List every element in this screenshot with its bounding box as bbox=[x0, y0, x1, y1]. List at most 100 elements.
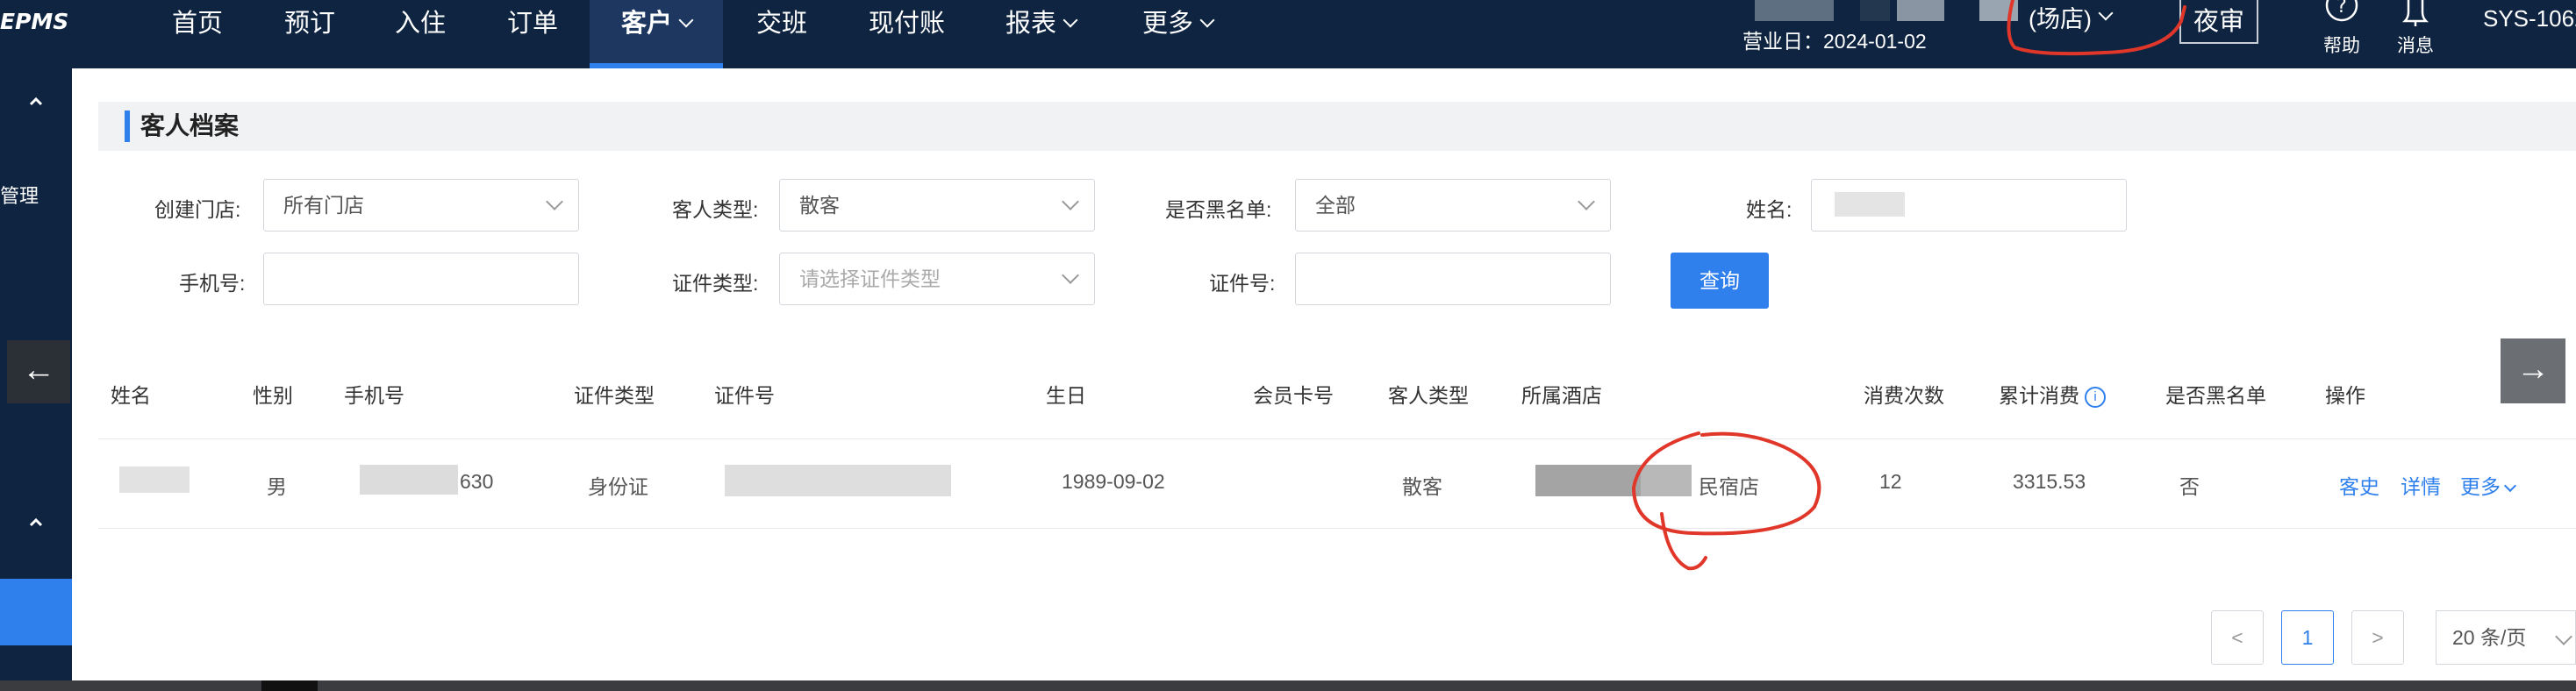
scrollbar-thumb[interactable] bbox=[261, 680, 318, 691]
nav-customers[interactable]: 客户 bbox=[590, 0, 724, 68]
chevron-down-icon bbox=[1578, 193, 1595, 210]
messages-label: 消息 bbox=[2397, 36, 2434, 56]
page-size-select[interactable]: 20 条/页 bbox=[2436, 610, 2576, 665]
annotation-stroke bbox=[1660, 512, 1707, 571]
nav-reservation[interactable]: 预订 bbox=[284, 0, 335, 67]
store-name: (场店) bbox=[2029, 6, 2092, 32]
nav-customers-label: 客户 bbox=[621, 10, 673, 38]
chevron-down-icon bbox=[2098, 5, 2114, 21]
guest-type-value: 散客 bbox=[799, 194, 840, 217]
cell-hotel: 民宿店 bbox=[1699, 475, 1759, 498]
col-header-id-type: 证件类型 bbox=[574, 384, 655, 407]
id-number-input[interactable] bbox=[1295, 253, 1611, 305]
next-page-button[interactable]: > bbox=[2351, 610, 2404, 665]
col-header-total-spent-label: 累计消费 bbox=[1999, 384, 2079, 407]
col-header-actions: 操作 bbox=[2325, 384, 2365, 407]
nav-orders[interactable]: 订单 bbox=[507, 0, 558, 67]
redacted-hotel-prefix bbox=[1641, 465, 1692, 496]
col-header-birthday: 生日 bbox=[1046, 384, 1086, 407]
redacted-block bbox=[1979, 0, 2018, 21]
cell-gender: 男 bbox=[267, 475, 287, 498]
nav-reports-label: 报表 bbox=[1005, 10, 1057, 38]
cell-blacklist: 否 bbox=[2179, 475, 2200, 498]
cell-birthday: 1989-09-02 bbox=[1062, 470, 1165, 493]
more-actions-link[interactable]: 更多 bbox=[2460, 470, 2517, 500]
more-actions-label: 更多 bbox=[2460, 475, 2501, 498]
guest-history-link[interactable]: 客史 bbox=[2339, 470, 2379, 500]
user-account[interactable]: SYS-1062 bbox=[2483, 5, 2576, 32]
store-select-value: 所有门店 bbox=[283, 194, 364, 217]
redacted-block bbox=[1755, 0, 1834, 21]
chevron-down-icon bbox=[1062, 193, 1079, 210]
cell-id-type: 身份证 bbox=[588, 475, 648, 498]
scroll-left-button[interactable]: ← bbox=[7, 340, 70, 403]
col-header-gender: 性别 bbox=[253, 384, 293, 407]
col-header-total-spent: 累计消费 i bbox=[1999, 379, 2106, 409]
nav-more-label: 更多 bbox=[1142, 10, 1194, 38]
id-type-label: 证件类型: bbox=[672, 272, 759, 295]
app-logo: EPMS bbox=[0, 9, 69, 34]
details-link[interactable]: 详情 bbox=[2401, 470, 2441, 500]
nav-checkin[interactable]: 入住 bbox=[395, 0, 446, 67]
help-label: 帮助 bbox=[2323, 36, 2360, 56]
chevron-down-icon bbox=[546, 193, 563, 210]
chevron-down-icon bbox=[1063, 12, 1078, 28]
top-navbar: EPMS 首页 预订 入住 订单 客户 交班 现付账 报表 更多 (场店) 营业… bbox=[0, 0, 2576, 68]
scroll-right-button[interactable]: → bbox=[2501, 338, 2565, 403]
chevron-down-icon bbox=[2555, 628, 2572, 645]
chevron-down-icon bbox=[2503, 479, 2517, 493]
messages-button[interactable]: 消息 bbox=[2390, 0, 2441, 61]
cell-phone-tail: 630 bbox=[460, 470, 494, 493]
blacklist-select[interactable]: 全部 bbox=[1295, 179, 1611, 232]
info-icon[interactable]: i bbox=[2085, 386, 2106, 408]
bottom-scrollbar[interactable] bbox=[0, 680, 2576, 691]
table-divider bbox=[98, 528, 2576, 529]
guest-type-select[interactable]: 散客 bbox=[779, 179, 1095, 232]
chevron-down-icon bbox=[1062, 267, 1079, 284]
page-title: 客人档案 bbox=[125, 110, 239, 142]
sidebar-item-manage[interactable]: 管理 bbox=[0, 181, 39, 209]
svg-text:?: ? bbox=[2336, 0, 2347, 18]
night-audit-button[interactable]: 夜审 bbox=[2179, 0, 2258, 44]
redacted-name bbox=[119, 467, 190, 493]
bell-icon bbox=[2401, 0, 2429, 26]
redacted-block bbox=[1860, 0, 1890, 21]
cell-total-spent: 3315.53 bbox=[2013, 470, 2086, 493]
col-header-guest-type: 客人类型 bbox=[1388, 384, 1469, 407]
store-switcher[interactable]: (场店) bbox=[2029, 0, 2114, 34]
collapse-up-icon[interactable] bbox=[0, 95, 72, 111]
table-divider bbox=[98, 438, 2576, 439]
phone-label: 手机号: bbox=[179, 272, 246, 295]
section-header bbox=[98, 102, 2576, 151]
chevron-down-icon bbox=[678, 12, 694, 28]
search-button[interactable]: 查询 bbox=[1671, 253, 1769, 309]
collapse-up-icon[interactable] bbox=[0, 516, 72, 532]
page-number-button[interactable]: 1 bbox=[2281, 610, 2334, 665]
id-type-placeholder: 请选择证件类型 bbox=[799, 267, 941, 290]
col-header-name: 姓名 bbox=[111, 384, 151, 407]
id-number-label: 证件号: bbox=[1209, 272, 1276, 295]
sidebar-item-active[interactable] bbox=[0, 579, 72, 645]
id-type-select[interactable]: 请选择证件类型 bbox=[779, 253, 1095, 305]
arrow-right-icon: → bbox=[2516, 351, 2550, 388]
store-select[interactable]: 所有门店 bbox=[263, 179, 579, 232]
col-header-hotel: 所属酒店 bbox=[1521, 384, 1602, 407]
redacted-block bbox=[1897, 0, 1944, 21]
help-button[interactable]: ? 帮助 bbox=[2316, 0, 2367, 61]
arrow-left-icon: ← bbox=[22, 352, 55, 388]
nav-home[interactable]: 首页 bbox=[172, 0, 223, 67]
nav-reports[interactable]: 报表 bbox=[1005, 0, 1078, 67]
business-date: 营业日：2024-01-02 bbox=[1742, 30, 1927, 53]
blacklist-label: 是否黑名单: bbox=[1165, 198, 1272, 221]
prev-page-button[interactable]: < bbox=[2211, 610, 2264, 665]
col-header-member-card: 会员卡号 bbox=[1253, 384, 1334, 407]
nav-shift-handover[interactable]: 交班 bbox=[756, 0, 807, 67]
nav-more[interactable]: 更多 bbox=[1142, 0, 1215, 67]
page-size-value: 20 条/页 bbox=[2452, 626, 2527, 649]
redacted-phone bbox=[360, 465, 458, 495]
name-label: 姓名: bbox=[1746, 198, 1792, 221]
phone-input[interactable] bbox=[263, 253, 579, 305]
redacted-block bbox=[1835, 192, 1905, 217]
nav-cash-account[interactable]: 现付账 bbox=[869, 0, 945, 67]
name-input[interactable] bbox=[1811, 179, 2127, 232]
